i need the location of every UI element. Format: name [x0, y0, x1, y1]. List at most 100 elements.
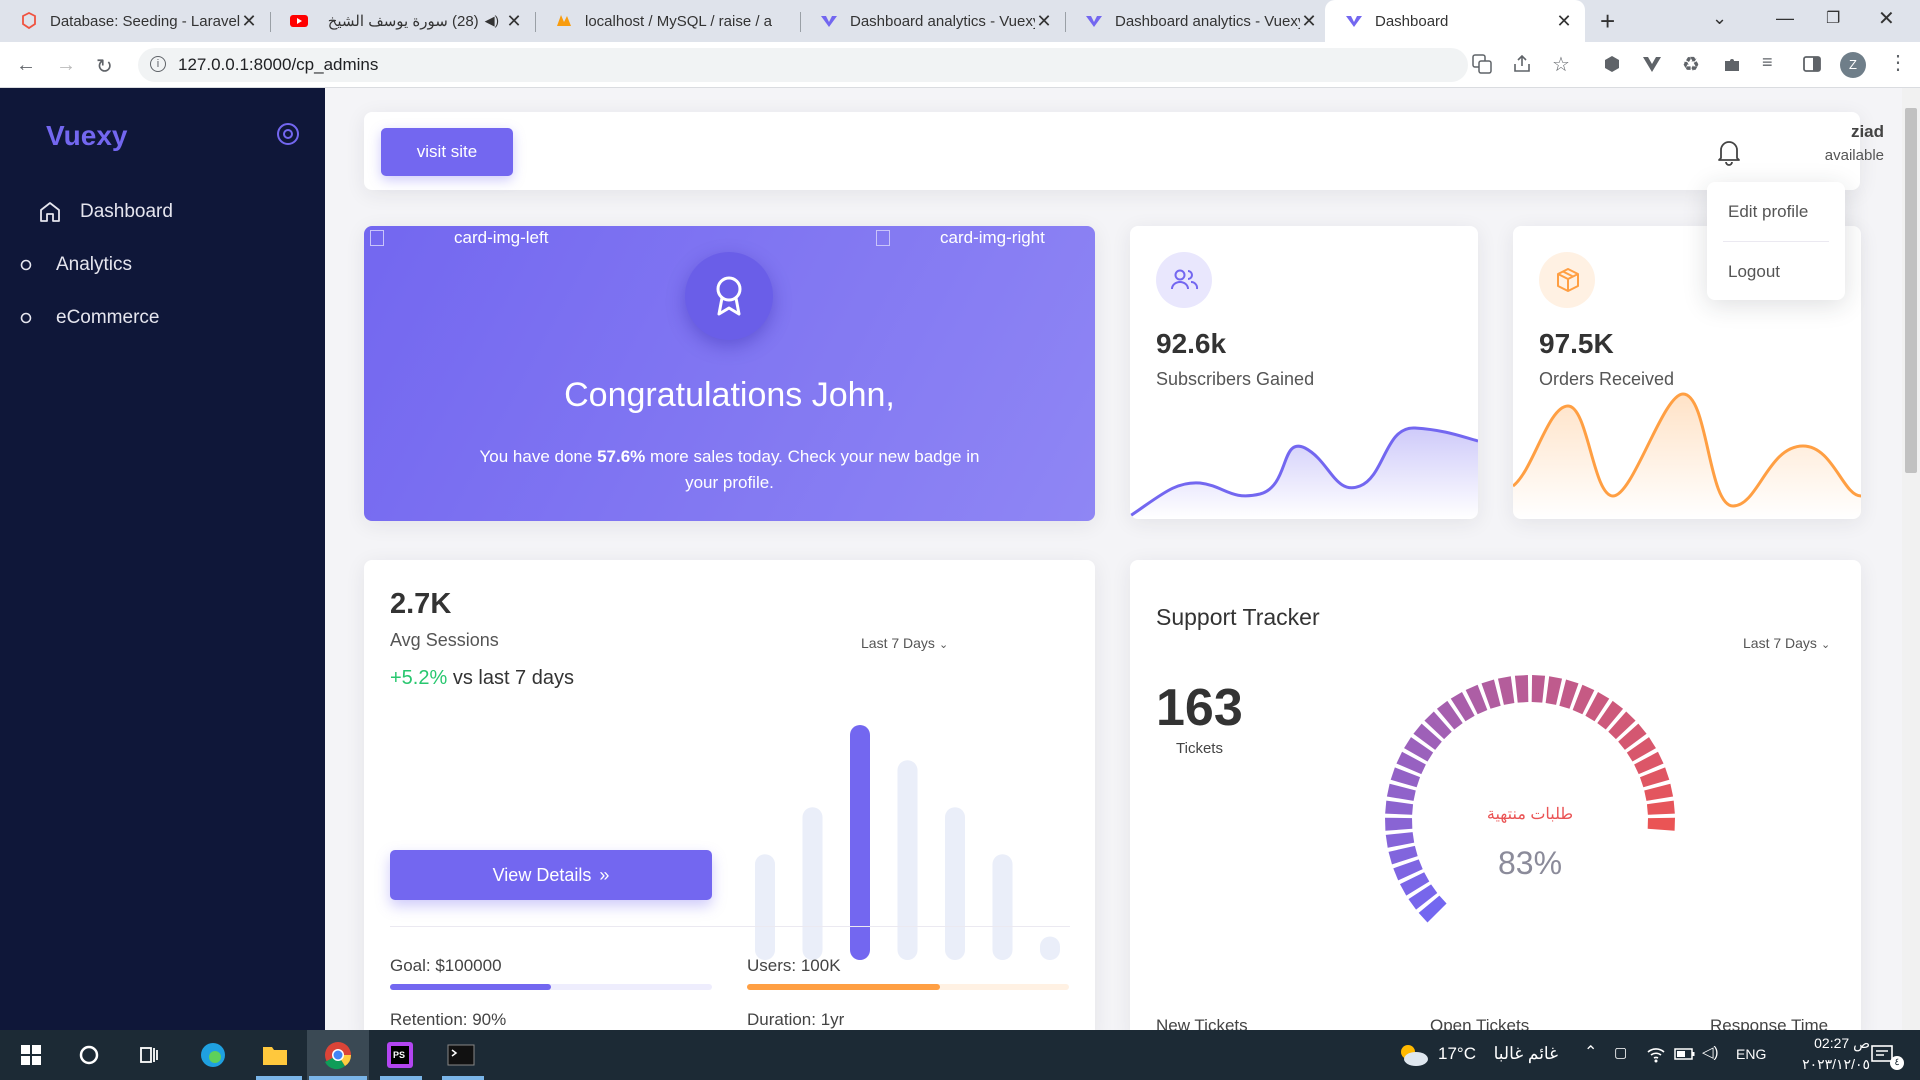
users-label: Users: 100K	[747, 956, 841, 975]
active-app-indicator	[380, 1076, 422, 1080]
gauge-segment	[1514, 675, 1529, 703]
speaker-icon[interactable]: ◀)	[485, 13, 499, 29]
sessions-filter-dropdown[interactable]: Last 7 Days ⌄	[861, 635, 948, 651]
page-scrollbar[interactable]	[1902, 88, 1920, 1030]
tickets-value: 163	[1156, 679, 1243, 737]
close-tab-icon[interactable]: ✕	[240, 11, 258, 32]
visit-site-button[interactable]: visit site	[381, 128, 513, 176]
language-indicator[interactable]: ENG	[1736, 1046, 1766, 1062]
broken-image-icon	[370, 230, 384, 246]
terminal-icon[interactable]	[444, 1038, 478, 1072]
restore-icon[interactable]: ❐	[1826, 8, 1840, 28]
logout-link[interactable]: Logout	[1728, 262, 1780, 282]
edit-profile-link[interactable]: Edit profile	[1728, 202, 1808, 222]
weather-text[interactable]: غائم غالبا	[1486, 1044, 1558, 1064]
tab-laravel[interactable]: Database: Seeding - Laravel ✕	[0, 0, 270, 42]
edge-icon[interactable]	[196, 1038, 230, 1072]
bookmark-star-icon[interactable]: ☆	[1552, 52, 1570, 77]
close-window-icon[interactable]: ✕	[1878, 6, 1895, 31]
side-panel-icon[interactable]	[1802, 54, 1822, 74]
user-status: available	[1824, 147, 1884, 164]
orders-area-chart	[1513, 392, 1861, 519]
avg-sessions-card: 2.7K Avg Sessions +5.2% vs last 7 days L…	[364, 560, 1095, 1040]
active-app-indicator	[256, 1076, 302, 1080]
support-tracker-card: Support Tracker Last 7 Days ⌄ 163 Tickets…	[1130, 560, 1861, 1040]
sidebar-item-ecommerce[interactable]: eCommerce	[0, 297, 325, 339]
recycle-icon[interactable]: ♻	[1682, 52, 1700, 77]
extensions-puzzle-icon[interactable]	[1722, 54, 1742, 74]
chrome-icon	[325, 1042, 352, 1070]
clock-time[interactable]: 02:27 ص	[1770, 1035, 1870, 1052]
chevron-up-icon[interactable]: ⌃	[1584, 1042, 1597, 1062]
media-queue-icon[interactable]: ≡	[1762, 52, 1773, 73]
tab-search-icon[interactable]: ⌄	[1712, 8, 1727, 29]
task-view-icon[interactable]	[132, 1038, 166, 1072]
user-name[interactable]: ziad	[1794, 122, 1884, 142]
forward-icon[interactable]: →	[56, 54, 76, 77]
tab-youtube[interactable]: (28) سورة يوسف الشيخ ◀) ✕	[270, 0, 535, 42]
scrollbar-thumb[interactable]	[1905, 108, 1917, 473]
wifi-icon[interactable]	[1646, 1044, 1666, 1064]
session-bar-6	[992, 854, 1013, 960]
device-icon[interactable]: ▢	[1614, 1044, 1627, 1061]
goal-progress-track	[390, 984, 712, 990]
sidebar-item-label: Dashboard	[80, 201, 173, 222]
extension-cube-icon[interactable]	[1602, 54, 1622, 74]
url-field[interactable]: i 127.0.0.1:8000/cp_admins	[138, 48, 1468, 82]
tab-dashboard[interactable]: Dashboard ✕	[1325, 0, 1585, 42]
volume-icon[interactable]: ◁)	[1702, 1043, 1719, 1061]
subscribers-area-chart	[1130, 426, 1478, 519]
card-img-right: card-img-right	[876, 228, 1045, 248]
sidebar-item-label: Analytics	[56, 254, 133, 275]
info-icon[interactable]: i	[150, 56, 166, 72]
tab-phpmyadmin[interactable]: localhost / MySQL / raise / a	[535, 0, 800, 42]
share-icon[interactable]	[1512, 54, 1532, 74]
profile-avatar[interactable]: Z	[1840, 52, 1866, 78]
session-bar-2	[802, 807, 823, 960]
vuexy-icon	[821, 16, 837, 27]
translate-icon[interactable]	[1472, 54, 1492, 74]
vuexy-icon	[1086, 16, 1102, 27]
tickets-label: Tickets	[1176, 740, 1223, 757]
back-icon[interactable]: ←	[16, 54, 36, 77]
sidebar-toggle-icon[interactable]	[276, 122, 300, 146]
phpstorm-icon[interactable]: PS	[383, 1038, 417, 1072]
user-dropdown-menu: Edit profile Logout	[1707, 182, 1845, 300]
new-tab-icon[interactable]: +	[1600, 6, 1615, 37]
view-details-button[interactable]: View Details»	[390, 850, 712, 900]
browser-menu-icon[interactable]: ⋮	[1888, 50, 1908, 75]
windows-start-icon[interactable]	[14, 1038, 48, 1072]
close-tab-icon[interactable]: ✕	[1300, 11, 1318, 32]
gauge-segment	[1385, 800, 1414, 815]
clock-date[interactable]: ٢٠٢٣/١٢/٠٥	[1770, 1056, 1870, 1073]
file-explorer-icon[interactable]	[258, 1038, 292, 1072]
bell-icon[interactable]	[1716, 138, 1742, 166]
laravel-icon	[22, 12, 36, 30]
tab-vuexy-1[interactable]: Dashboard analytics - Vuexy ✕	[800, 0, 1065, 42]
support-filter-dropdown[interactable]: Last 7 Days ⌄	[1743, 635, 1830, 651]
chrome-taskbar-item[interactable]	[307, 1030, 369, 1080]
tab-vuexy-2[interactable]: Dashboard analytics - Vuexy ✕	[1065, 0, 1330, 42]
weather-temp[interactable]: 17°C	[1438, 1044, 1476, 1064]
reload-icon[interactable]: ↻	[96, 54, 113, 79]
battery-icon[interactable]	[1674, 1046, 1696, 1062]
gauge-value: 83%	[1497, 845, 1563, 881]
circle-icon	[20, 312, 32, 324]
close-tab-icon[interactable]: ✕	[1035, 11, 1053, 32]
tab-title: Dashboard analytics - Vuexy	[850, 12, 1035, 30]
weather-icon[interactable]	[1396, 1042, 1430, 1068]
goal-label: Goal: $100000	[390, 956, 502, 975]
brand-logo[interactable]: Vuexy	[46, 120, 127, 152]
close-tab-icon[interactable]: ✕	[1555, 11, 1573, 32]
sidebar-item-dashboard[interactable]: Dashboard	[0, 191, 325, 233]
search-icon[interactable]	[72, 1038, 106, 1072]
minimize-icon[interactable]: —	[1776, 8, 1794, 29]
sidebar: Vuexy Dashboard Analytics eCommerce	[0, 88, 325, 1030]
gauge-segment	[1531, 675, 1546, 703]
close-tab-icon[interactable]: ✕	[505, 11, 523, 32]
sidebar-item-analytics[interactable]: Analytics	[0, 244, 325, 286]
vue-devtools-icon[interactable]	[1642, 54, 1662, 74]
tab-title: Dashboard	[1375, 12, 1449, 30]
phpmyadmin-icon	[557, 15, 571, 26]
support-title: Support Tracker	[1156, 604, 1320, 630]
